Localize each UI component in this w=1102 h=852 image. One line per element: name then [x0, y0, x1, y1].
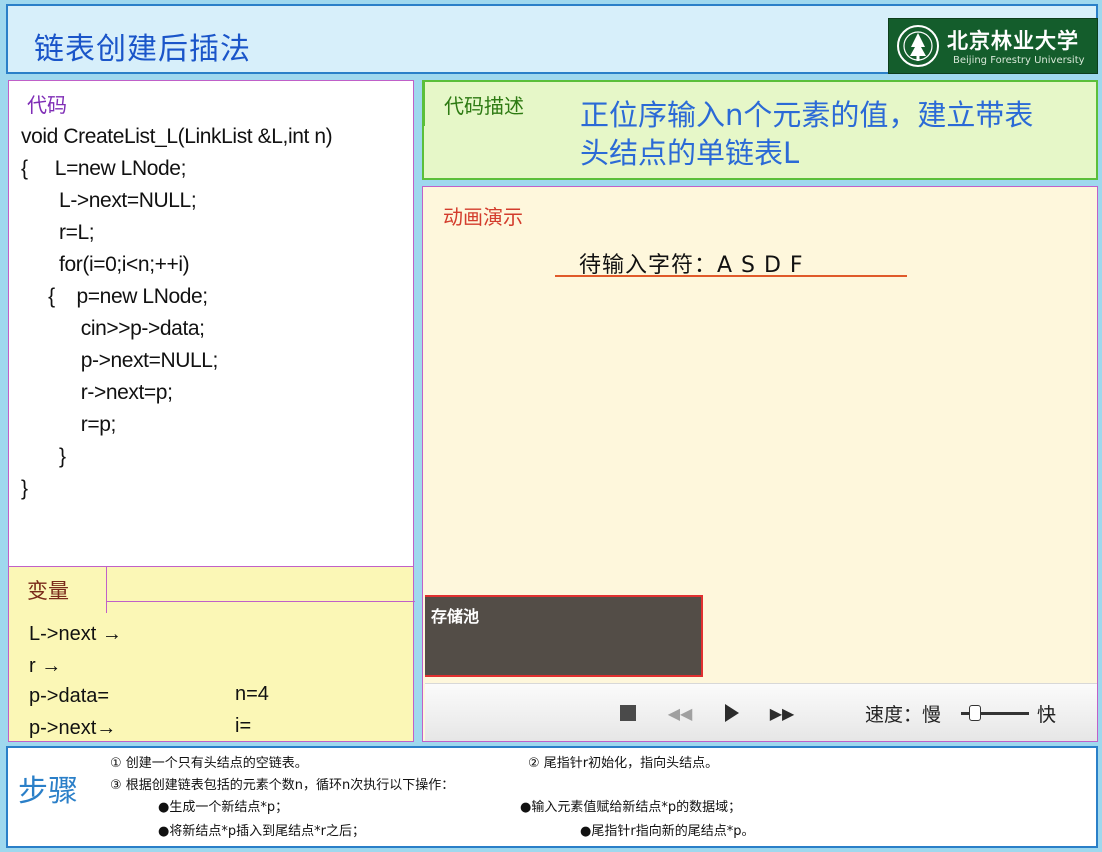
stop-icon [620, 705, 636, 721]
title-bar: 链表创建后插法 北京林业大学 Beijing Forestry Universi… [6, 4, 1098, 74]
code-line: L->next=NULL; [21, 189, 197, 212]
code-line: { p=new LNode; [21, 285, 208, 308]
fast-label: 快 [1037, 704, 1057, 726]
variables-tab: 变量 [9, 567, 107, 613]
rewind-icon: ◀◀ [667, 703, 693, 723]
logo-chinese-name: 北京林业大学 [947, 28, 1079, 53]
tab-divider [107, 601, 415, 602]
animation-heading: 动画演示 [443, 205, 523, 229]
rewind-button[interactable]: ◀◀ [665, 698, 695, 728]
play-button[interactable] [717, 698, 747, 728]
step-line: ●生成一个新结点*p； [158, 800, 289, 815]
variable-line: p->next→ [29, 717, 117, 739]
code-line: p->next=NULL; [21, 349, 219, 372]
code-heading: 代码 [27, 93, 67, 117]
code-line: } [21, 445, 66, 468]
fast-forward-button[interactable]: ▶▶ [767, 698, 797, 728]
speed-label: 速度：慢 [865, 704, 942, 726]
step-line: ① 创建一个只有头结点的空链表。 [110, 756, 308, 771]
description-text: 正位序输入n个元素的值，建立带表头结点的单链表L [580, 98, 1034, 170]
storage-pool: 存储池 [425, 595, 703, 677]
variables-heading: 变量 [27, 579, 69, 603]
play-icon [725, 704, 739, 722]
variables-panel: 变量 L->next → r → p->data= p->next→ n=4 i… [8, 566, 415, 742]
storage-pool-label: 存储池 [431, 607, 480, 626]
variable-line: r → [29, 655, 62, 677]
pending-underline [555, 275, 907, 277]
animation-panel: 动画演示 待输入字符：A S D F 存储池 ◀◀ ▶▶ 速度：慢 快 [422, 186, 1098, 742]
step-line: ② 尾指针r初始化，指向头结点。 [528, 756, 719, 771]
university-logo: 北京林业大学 Beijing Forestry University [888, 18, 1098, 74]
variable-line: L->next → [29, 623, 122, 645]
step-line: ●输入元素值赋给新结点*p的数据域； [520, 800, 742, 815]
page-title: 链表创建后插法 [34, 32, 251, 67]
variable-line: p->data= [29, 685, 110, 707]
step-line: ③ 根据创建链表包括的元素个数n，循环n次执行以下操作： [110, 778, 455, 793]
code-panel: 代码 void CreateList_L(LinkList &L,int n) … [8, 80, 414, 600]
description-heading: 代码描述 [444, 94, 524, 118]
step-line: ●尾指针r指向新的尾结点*p。 [580, 824, 755, 839]
step-line: ●将新结点*p插入到尾结点*r之后； [158, 824, 365, 839]
playback-controls: ◀◀ ▶▶ 速度：慢 快 [425, 683, 1097, 741]
code-line: r=p; [21, 413, 117, 436]
code-line: cin>>p->data; [21, 317, 205, 340]
steps-heading: 步骤 [18, 774, 78, 809]
code-line: } [21, 477, 28, 500]
variable-n-value: n=4 [235, 683, 269, 705]
code-line: void CreateList_L(LinkList &L,int n) [21, 125, 333, 148]
variable-i-value: i= [235, 715, 252, 737]
speed-slider-thumb[interactable] [969, 705, 982, 721]
steps-panel: 步骤 ① 创建一个只有头结点的空链表。 ② 尾指针r初始化，指向头结点。 ③ 根… [6, 746, 1098, 848]
code-description-panel: 代码描述 正位序输入n个元素的值，建立带表头结点的单链表L [422, 80, 1098, 180]
code-line: { L=new LNode; [21, 157, 187, 180]
fast-forward-icon: ▶▶ [769, 703, 795, 723]
code-line: for(i=0;i<n;++i) [21, 253, 190, 276]
code-line: r->next=p; [21, 381, 173, 404]
logo-english-name: Beijing Forestry University [953, 55, 1085, 66]
code-line: r=L; [21, 221, 95, 244]
stop-button[interactable] [613, 698, 643, 728]
emblem-icon [897, 25, 939, 67]
